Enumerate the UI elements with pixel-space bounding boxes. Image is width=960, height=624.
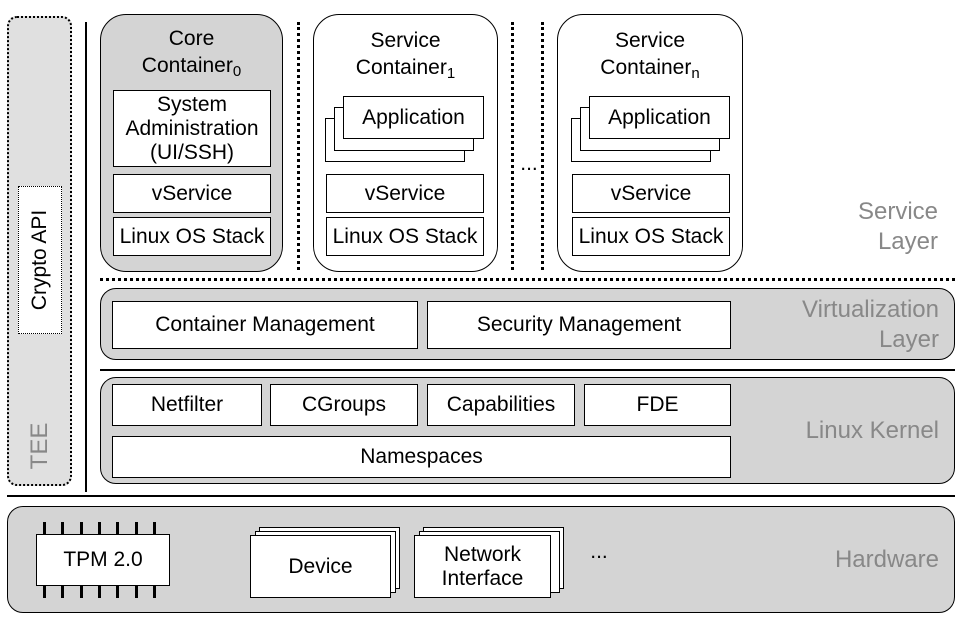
label-line: Service — [857, 198, 938, 225]
tpm-pin — [97, 586, 101, 598]
application-box: Application — [343, 96, 484, 139]
system-administration-box: System Administration (UI/SSH) — [113, 90, 271, 167]
divider-line — [100, 369, 955, 371]
tpm-pin — [134, 586, 138, 598]
linux-kernel-label: Linux Kernel — [805, 417, 939, 444]
text-line: System — [156, 92, 227, 116]
container-title: Service — [614, 29, 686, 52]
ellipsis: ... — [520, 152, 538, 175]
capabilities-box: Capabilities — [427, 384, 575, 426]
netfilter-box: Netfilter — [112, 384, 262, 426]
text-line: (UI/SSH) — [150, 140, 234, 164]
title-text: Container — [355, 56, 447, 79]
core-vservice-box: vService — [113, 174, 271, 213]
os-stack-box: Linux OS Stack — [326, 217, 484, 256]
subscript: 0 — [232, 63, 242, 80]
label-line: Virtualization — [802, 296, 939, 323]
network-interface-box: Network Interface — [414, 535, 551, 598]
tpm-pin — [61, 586, 65, 598]
os-stack-box: Linux OS Stack — [572, 217, 730, 256]
core-container-title: Core — [168, 27, 215, 50]
tpm-pin — [79, 522, 83, 534]
tpm-pin — [116, 522, 120, 534]
separator-dotted — [541, 22, 544, 270]
security-management-box: Security Management — [427, 301, 731, 349]
tpm-pin — [61, 522, 65, 534]
hardware-label: Hardware — [834, 546, 939, 573]
application-box: Application — [589, 96, 730, 139]
title-text: Container — [141, 54, 233, 77]
separator-dotted — [297, 22, 300, 270]
tpm-pin — [134, 522, 138, 534]
text-line: Administration — [125, 116, 259, 140]
subscript: n — [691, 65, 700, 82]
core-os-stack-box: Linux OS Stack — [113, 217, 271, 256]
separator-dotted — [511, 22, 514, 270]
cgroups-box: CGroups — [270, 384, 418, 426]
fde-box: FDE — [584, 384, 731, 426]
tpm-pin — [152, 586, 156, 598]
service-layer-boundary — [100, 278, 955, 281]
container-title2: Containern — [558, 54, 742, 81]
service-layer-label: Service Layer — [780, 197, 938, 257]
subscript: 1 — [446, 65, 456, 82]
tpm-pin — [79, 586, 83, 598]
text-line: Interface — [441, 566, 524, 590]
namespaces-box: Namespaces — [112, 436, 731, 478]
tpm-chip: TPM 2.0 — [36, 534, 170, 586]
title-text: Container — [600, 56, 692, 79]
tpm-pin — [97, 522, 101, 534]
hardware-ellipsis: ... — [590, 540, 608, 563]
vservice-box: vService — [326, 174, 484, 213]
tpm-pin — [43, 522, 46, 534]
divider-line — [7, 495, 955, 497]
container-title2: Container1 — [314, 54, 497, 81]
tee-label: TEE — [26, 422, 53, 470]
label-line: Layer — [877, 228, 938, 255]
device-box: Device — [250, 535, 391, 598]
tpm-pin — [43, 586, 46, 598]
text-line: Network — [443, 542, 522, 566]
container-management-box: Container Management — [112, 301, 418, 349]
label-line: Layer — [878, 326, 939, 353]
tpm-pin — [152, 522, 156, 534]
tpm-pin — [116, 586, 120, 598]
crypto-api-label: Crypto API — [28, 209, 51, 311]
core-container-title2: Container0 — [101, 52, 282, 79]
vservice-box: vService — [572, 174, 730, 213]
tee-divider — [85, 22, 87, 492]
virtualization-layer-label: Virtualization Layer — [740, 295, 939, 355]
container-title: Service — [370, 29, 441, 52]
